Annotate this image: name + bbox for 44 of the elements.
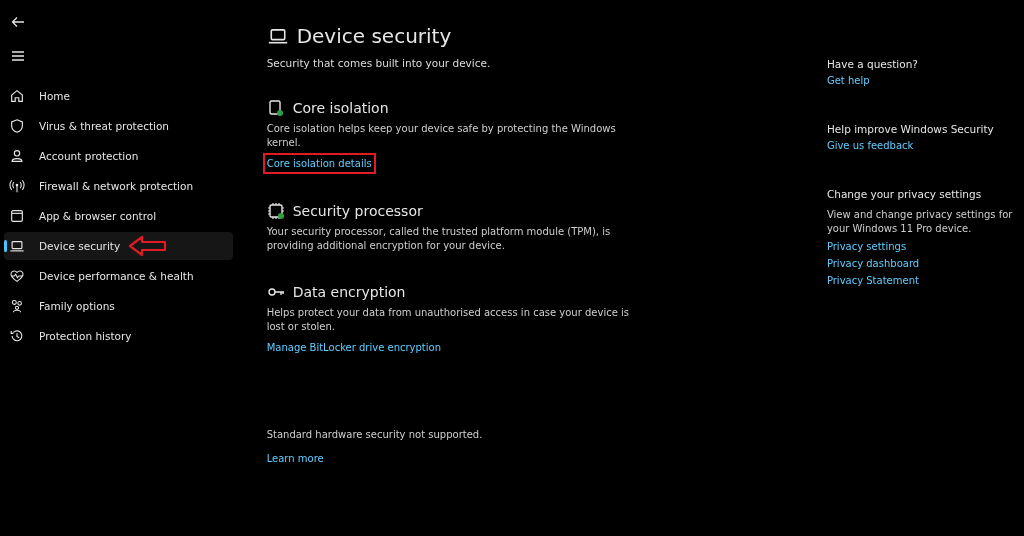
page-subtitle: Security that comes built into your device. [266, 57, 492, 69]
nav-item[interactable]: Protection history [4, 322, 233, 350]
family-icon [9, 298, 25, 314]
section-description: Your security processor, called the trusted platform module (TPM), is providing additional encryption for your device. [266, 225, 612, 253]
nav-item[interactable]: Account protection [4, 142, 233, 170]
back-icon[interactable] [10, 14, 26, 30]
nav-item[interactable]: Virus & threat protection [4, 112, 233, 140]
group-description: View and change privacy settings for your Windows 11 Pro device. [826, 208, 1014, 236]
section-heading: Core isolation [292, 100, 389, 116]
section-link[interactable]: Core isolation details [264, 155, 374, 172]
page-title: Device security [296, 24, 452, 48]
help-link[interactable]: Privacy Statement [824, 274, 921, 287]
person-icon [9, 148, 25, 164]
group-heading: Change your privacy settings [826, 188, 983, 200]
nav-item[interactable]: Device security [4, 232, 233, 260]
menu-icon[interactable] [10, 48, 26, 64]
help-link[interactable]: Give us feedback [824, 139, 916, 152]
laptop-icon [9, 238, 25, 254]
learn-more-link[interactable]: Learn more [264, 450, 326, 467]
window-icon [9, 208, 25, 224]
section-description: Core isolation helps keep your device safe by protecting the Windows kernel. [266, 122, 617, 150]
nav-item[interactable]: Firewall & network protection [4, 172, 233, 200]
section-heading: Security processor [292, 203, 423, 219]
history-icon [9, 328, 25, 344]
nav-item[interactable]: App & browser control [4, 202, 233, 230]
selection-indicator [4, 240, 7, 252]
status-message: Standard hardware security not supported. [266, 428, 484, 442]
help-link[interactable]: Privacy settings [824, 240, 909, 253]
group-heading: Have a question? [826, 58, 919, 70]
nav-item[interactable]: Home [4, 82, 233, 110]
shield-icon [9, 118, 25, 134]
antenna-icon [9, 178, 25, 194]
heart-icon [9, 268, 25, 284]
section-description: Helps protect your data from unauthorised access in case your device is lost or stolen. [266, 306, 630, 334]
home-icon [9, 88, 25, 104]
nav-item[interactable]: Device performance & health [4, 262, 233, 290]
help-link[interactable]: Privacy dashboard [824, 257, 922, 270]
group-heading: Help improve Windows Security [826, 123, 995, 135]
chip-icon [266, 202, 285, 220]
section-link[interactable]: Manage BitLocker drive encryption [264, 339, 443, 356]
chip-icon [266, 99, 285, 117]
help-link[interactable]: Get help [824, 74, 872, 87]
nav-item[interactable]: Family options [4, 292, 233, 320]
section-heading: Data encryption [292, 284, 406, 300]
